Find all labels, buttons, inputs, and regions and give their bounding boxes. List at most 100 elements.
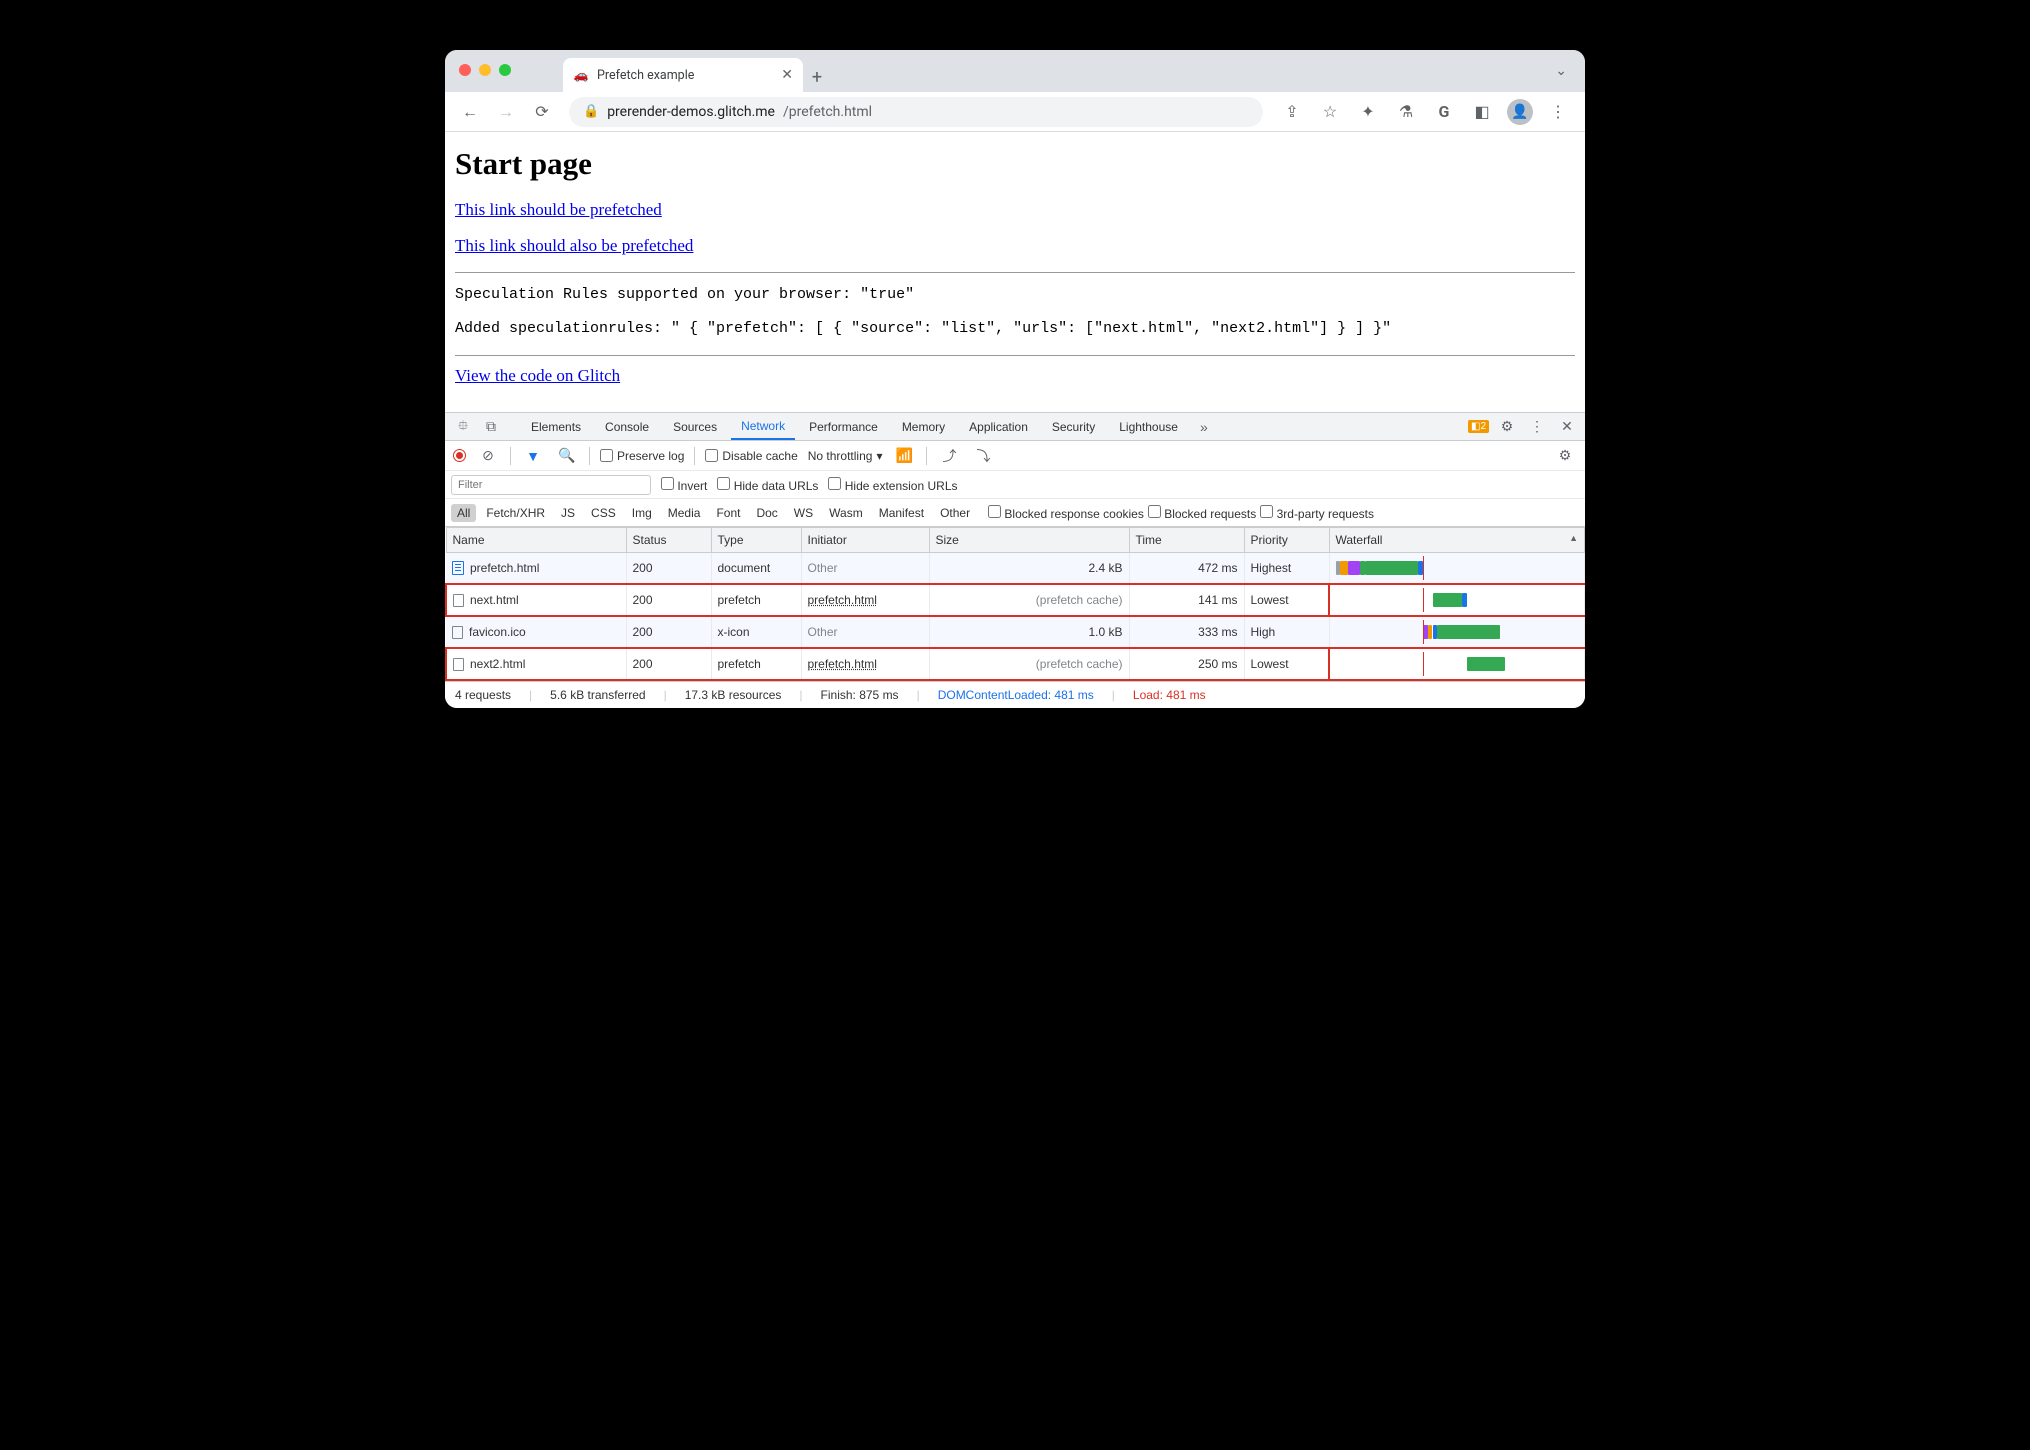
search-icon[interactable]: 🔍 xyxy=(555,447,579,464)
type-filter-fetch-xhr[interactable]: Fetch/XHR xyxy=(480,504,551,522)
labs-icon[interactable]: ⚗ xyxy=(1389,97,1423,127)
device-icon[interactable]: ⧉ xyxy=(479,418,503,435)
status-load: Load: 481 ms xyxy=(1133,688,1206,702)
col-size[interactable]: Size xyxy=(929,528,1129,553)
cell-waterfall xyxy=(1329,616,1585,648)
tab-dropdown-icon[interactable]: ⌄ xyxy=(1555,63,1567,79)
cell-type: x-icon xyxy=(711,616,801,648)
table-row[interactable]: next.html200prefetchprefetch.html(prefet… xyxy=(446,584,1585,616)
type-filter-other[interactable]: Other xyxy=(934,504,976,522)
blocked-requests-checkbox[interactable]: Blocked requests xyxy=(1148,505,1256,521)
throttling-select[interactable]: No throttling ▾ xyxy=(808,449,883,463)
filter-icon[interactable]: ▼ xyxy=(521,448,545,464)
bookmark-icon[interactable]: ☆ xyxy=(1313,97,1347,127)
table-header-row: Name Status Type Initiator Size Time Pri… xyxy=(446,528,1585,553)
cell-waterfall xyxy=(1329,648,1585,680)
type-filter-wasm[interactable]: Wasm xyxy=(823,504,869,522)
status-dcl: DOMContentLoaded: 481 ms xyxy=(938,688,1094,702)
third-party-checkbox[interactable]: 3rd-party requests xyxy=(1260,505,1374,521)
cell-status: 200 xyxy=(626,584,711,616)
devtools-tab-network[interactable]: Network xyxy=(731,413,795,440)
record-button[interactable] xyxy=(453,449,466,462)
new-tab-button[interactable]: + xyxy=(803,67,831,92)
col-priority[interactable]: Priority xyxy=(1244,528,1329,553)
address-bar[interactable]: 🔒 prerender-demos.glitch.me/prefetch.htm… xyxy=(569,97,1263,127)
col-waterfall[interactable]: Waterfall▲ xyxy=(1329,528,1585,553)
table-row[interactable]: prefetch.html200documentOther2.4 kB472 m… xyxy=(446,553,1585,585)
invert-checkbox[interactable]: Invert xyxy=(661,477,707,493)
download-icon[interactable]: ⤵ xyxy=(971,446,995,466)
back-button[interactable]: ← xyxy=(455,97,485,127)
col-type[interactable]: Type xyxy=(711,528,801,553)
type-filter-img[interactable]: Img xyxy=(626,504,658,522)
col-name[interactable]: Name xyxy=(446,528,626,553)
cell-size: (prefetch cache) xyxy=(929,584,1129,616)
cell-priority: Highest xyxy=(1244,553,1329,585)
network-type-filters: AllFetch/XHRJSCSSImgMediaFontDoc WSWasmMa… xyxy=(445,499,1585,527)
more-tabs-icon[interactable]: » xyxy=(1192,419,1216,435)
type-filter-manifest[interactable]: Manifest xyxy=(873,504,930,522)
devtools-tab-application[interactable]: Application xyxy=(959,413,1038,440)
cell-waterfall xyxy=(1329,584,1585,616)
more-icon[interactable]: ⋮ xyxy=(1525,418,1549,435)
link-prefetched-1[interactable]: This link should be prefetched xyxy=(455,200,662,219)
cell-priority: Lowest xyxy=(1244,584,1329,616)
cell-initiator: prefetch.html xyxy=(801,648,929,680)
devtools-tab-security[interactable]: Security xyxy=(1042,413,1105,440)
col-initiator[interactable]: Initiator xyxy=(801,528,929,553)
type-filter-js[interactable]: JS xyxy=(555,504,581,522)
warnings-badge[interactable]: ◧ 2 xyxy=(1468,420,1489,433)
share-icon[interactable]: ⇪ xyxy=(1275,97,1309,127)
devtools-tab-console[interactable]: Console xyxy=(595,413,659,440)
cell-time: 472 ms xyxy=(1129,553,1244,585)
wifi-icon[interactable]: 📶 xyxy=(892,447,916,464)
close-window[interactable] xyxy=(459,64,471,76)
type-filter-doc[interactable]: Doc xyxy=(750,504,783,522)
devtools-tab-sources[interactable]: Sources xyxy=(663,413,727,440)
file-icon xyxy=(453,658,464,671)
forward-button[interactable]: → xyxy=(491,97,521,127)
devtools-tab-elements[interactable]: Elements xyxy=(521,413,591,440)
type-filter-font[interactable]: Font xyxy=(710,504,746,522)
settings-icon[interactable]: ⚙ xyxy=(1495,418,1519,435)
cell-name: prefetch.html xyxy=(446,553,626,585)
browser-tab[interactable]: 🚗 Prefetch example ✕ xyxy=(563,58,803,92)
status-requests: 4 requests xyxy=(455,688,511,702)
devtools-tab-performance[interactable]: Performance xyxy=(799,413,888,440)
maximize-window[interactable] xyxy=(499,64,511,76)
inspect-icon[interactable]: ⯐ xyxy=(451,415,475,439)
type-filter-ws[interactable]: WS xyxy=(788,504,819,522)
sidepanel-icon[interactable]: ◧ xyxy=(1465,97,1499,127)
hide-data-urls-checkbox[interactable]: Hide data URLs xyxy=(717,477,818,493)
profile-avatar[interactable]: 👤 xyxy=(1503,97,1537,127)
url-host: prerender-demos.glitch.me xyxy=(607,104,775,120)
reload-button[interactable]: ⟳ xyxy=(527,97,557,127)
hide-extension-urls-checkbox[interactable]: Hide extension URLs xyxy=(828,477,957,493)
devtools-tab-lighthouse[interactable]: Lighthouse xyxy=(1109,413,1188,440)
menu-icon[interactable]: ⋮ xyxy=(1541,97,1575,127)
blocked-cookies-checkbox[interactable]: Blocked response cookies xyxy=(988,505,1144,521)
col-status[interactable]: Status xyxy=(626,528,711,553)
preserve-log-checkbox[interactable]: Preserve log xyxy=(600,449,684,463)
extensions-icon[interactable]: ✦ xyxy=(1351,97,1385,127)
disable-cache-checkbox[interactable]: Disable cache xyxy=(705,449,797,463)
type-filter-css[interactable]: CSS xyxy=(585,504,622,522)
clear-button[interactable]: ⊘ xyxy=(476,447,500,464)
link-glitch[interactable]: View the code on Glitch xyxy=(455,366,620,385)
close-tab-icon[interactable]: ✕ xyxy=(781,67,793,83)
close-devtools-icon[interactable]: ✕ xyxy=(1555,418,1579,435)
type-filter-media[interactable]: Media xyxy=(662,504,707,522)
cell-size: 1.0 kB xyxy=(929,616,1129,648)
network-settings-icon[interactable]: ⚙ xyxy=(1553,447,1577,464)
cell-initiator: prefetch.html xyxy=(801,584,929,616)
table-row[interactable]: favicon.ico200x-iconOther1.0 kB333 msHig… xyxy=(446,616,1585,648)
type-filter-all[interactable]: All xyxy=(451,504,476,522)
filter-input[interactable] xyxy=(451,475,651,495)
upload-icon[interactable]: ⤴ xyxy=(937,446,961,466)
devtools-tab-memory[interactable]: Memory xyxy=(892,413,955,440)
minimize-window[interactable] xyxy=(479,64,491,76)
link-prefetched-2[interactable]: This link should also be prefetched xyxy=(455,236,693,255)
table-row[interactable]: next2.html200prefetchprefetch.html(prefe… xyxy=(446,648,1585,680)
google-icon[interactable]: G xyxy=(1427,97,1461,127)
col-time[interactable]: Time xyxy=(1129,528,1244,553)
